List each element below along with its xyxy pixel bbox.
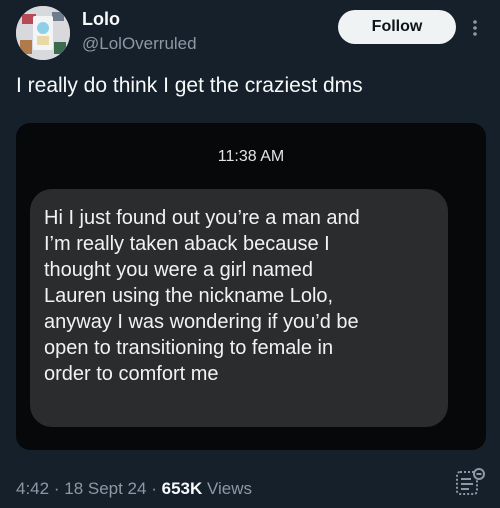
- analytics-icon[interactable]: [454, 466, 486, 498]
- meta-separator: ·: [151, 479, 157, 498]
- user-handle[interactable]: @LolOverruled: [82, 32, 197, 56]
- tweet-date[interactable]: 18 Sept 24: [64, 479, 146, 498]
- message-line: order to comfort me: [44, 363, 219, 385]
- message-line: thought you were a girl named: [44, 259, 314, 281]
- views-count: 653K: [161, 479, 203, 498]
- tweet-meta: 4:42 · 18 Sept 24 · 653K Views: [16, 478, 252, 500]
- meta-separator: ·: [53, 479, 60, 498]
- views-label: Views: [207, 479, 253, 498]
- message-line: Lauren using the nickname Lolo,: [44, 285, 334, 307]
- follow-button[interactable]: Follow: [338, 10, 456, 44]
- message-line: open to transitioning to female in: [44, 337, 334, 359]
- message-line: anyway I was wondering if you’d be: [44, 311, 359, 333]
- tweet-header: Lolo @LolOverruled Follow: [16, 6, 486, 62]
- tweet-time[interactable]: 4:42: [16, 479, 49, 498]
- message-timestamp: 11:38 AM: [217, 148, 285, 165]
- avatar-image: [16, 6, 70, 60]
- message-text: Hi I just found out you’re a man and I’m…: [44, 205, 434, 387]
- tweet-media-screenshot[interactable]: 11:38 AM Hi I just found out you’re a ma…: [16, 123, 486, 450]
- avatar[interactable]: [16, 6, 70, 60]
- tweet-text: I really do think I get the craziest dms: [16, 74, 363, 97]
- message-line: Hi I just found out you’re a man and: [44, 207, 360, 229]
- display-name[interactable]: Lolo: [82, 8, 197, 30]
- more-vertical-icon[interactable]: [468, 16, 482, 40]
- message-line: I’m really taken aback because I: [44, 233, 330, 255]
- user-block: Lolo @LolOverruled: [82, 8, 197, 56]
- message-bubble: Hi I just found out you’re a man and I’m…: [30, 189, 448, 427]
